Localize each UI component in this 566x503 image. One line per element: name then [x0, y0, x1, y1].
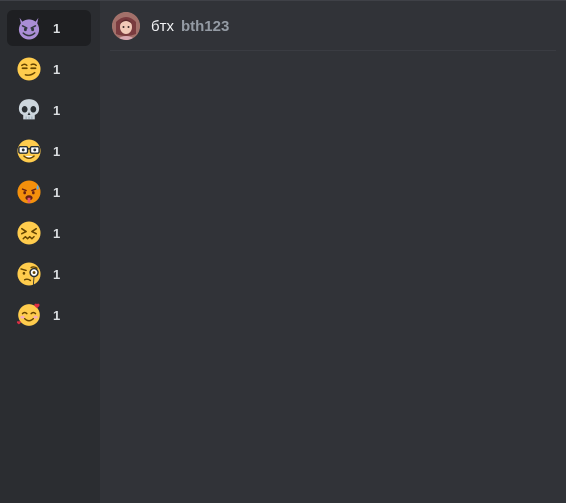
- nerd-face-icon: [16, 138, 42, 164]
- hot-face-icon: [16, 179, 42, 205]
- reaction-item-skull[interactable]: 1: [7, 92, 91, 128]
- reaction-count: 1: [53, 266, 61, 282]
- reaction-item-smiling-imp[interactable]: 1: [7, 10, 91, 46]
- reaction-count: 1: [53, 61, 61, 77]
- reaction-item-smirk[interactable]: 1: [7, 51, 91, 87]
- reaction-count: 1: [53, 307, 61, 323]
- reactor-row[interactable]: бтх bth123: [110, 12, 556, 40]
- reaction-item-confounded[interactable]: 1: [7, 215, 91, 251]
- face-with-monocle-icon: [16, 261, 42, 287]
- reaction-item-monocle[interactable]: 1: [7, 256, 91, 292]
- smirk-face-icon: [16, 56, 42, 82]
- reaction-count: 1: [53, 184, 61, 200]
- reactor-display-name: бтх: [151, 17, 174, 35]
- reactor-username: bth123: [180, 17, 230, 35]
- divider: [110, 50, 556, 51]
- confounded-face-icon: [16, 220, 42, 246]
- smiling-imp-icon: [16, 15, 42, 41]
- reaction-item-hot-face[interactable]: 1: [7, 174, 91, 210]
- reaction-count: 1: [53, 20, 61, 36]
- avatar[interactable]: [112, 12, 140, 40]
- reactor-list: бтх bth123: [100, 1, 566, 503]
- skull-icon: [16, 97, 42, 123]
- reactions-modal: 1 1 1 1 1 1 1 1 бтх bth123: [0, 0, 566, 503]
- reaction-item-smiling-hearts[interactable]: 1: [7, 297, 91, 333]
- reaction-count: 1: [53, 225, 61, 241]
- reaction-count: 1: [53, 102, 61, 118]
- reaction-item-nerd[interactable]: 1: [7, 133, 91, 169]
- smiling-face-with-hearts-icon: [16, 302, 42, 328]
- reaction-count: 1: [53, 143, 61, 159]
- reaction-list: 1 1 1 1 1 1 1 1: [0, 1, 100, 503]
